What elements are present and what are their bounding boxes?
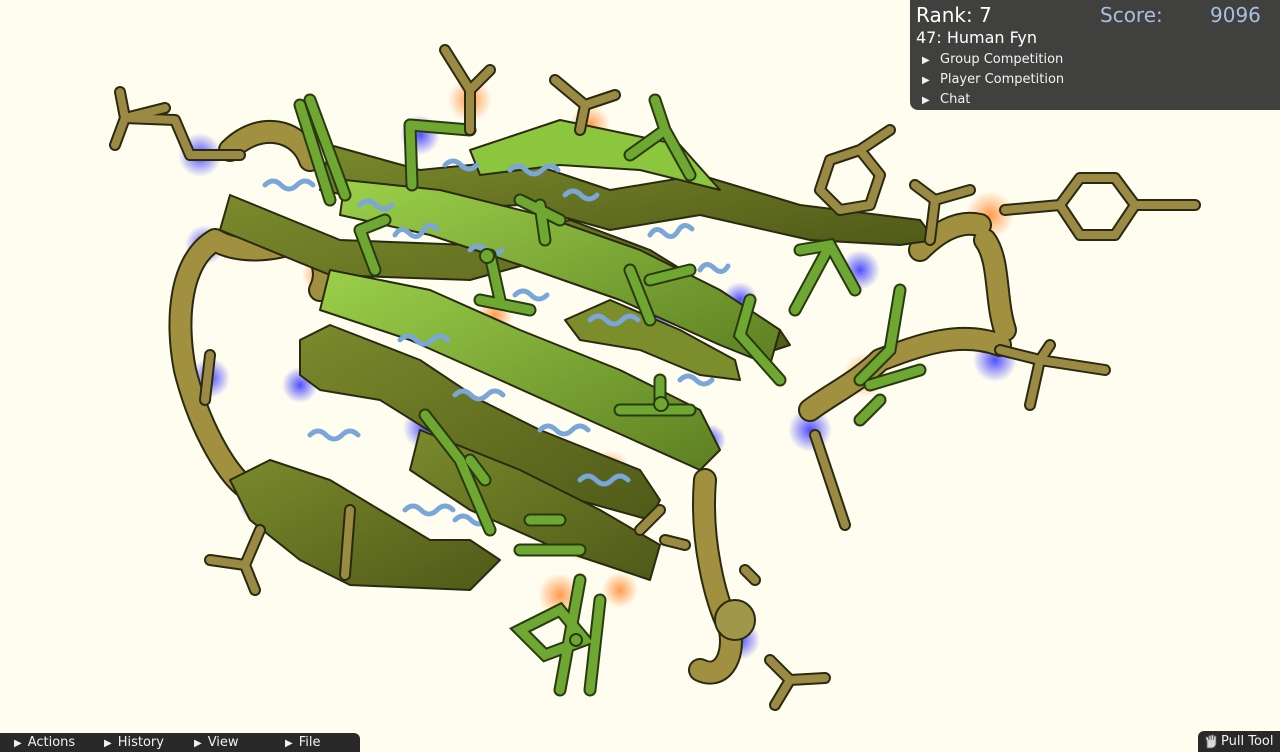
- expand-triangle-icon: ▶: [194, 738, 202, 749]
- pull-tool-label: Pull Tool: [1221, 734, 1274, 749]
- competition-panel: Rank: 7 Score: 9096 47: Human Fyn ▶ Group…: [910, 0, 1280, 110]
- player-competition-toggle[interactable]: ▶ Player Competition: [922, 72, 1064, 89]
- group-competition-toggle[interactable]: ▶ Group Competition: [922, 52, 1063, 69]
- expand-triangle-icon: ▶: [14, 738, 22, 749]
- expand-triangle-icon: ▶: [104, 738, 112, 749]
- expand-triangle-icon: ▶: [285, 738, 293, 749]
- expand-triangle-icon: ▶: [922, 75, 930, 86]
- menu-file-label: File: [298, 735, 321, 750]
- menu-history-label: History: [117, 735, 164, 750]
- menu-actions[interactable]: ▶ Actions: [14, 734, 75, 752]
- menu-file[interactable]: ▶ File: [285, 734, 320, 752]
- player-competition-label: Player Competition: [940, 72, 1065, 87]
- menu-actions-label: Actions: [27, 735, 76, 750]
- expand-triangle-icon: ▶: [922, 55, 930, 66]
- protein-viewport[interactable]: [0, 0, 1280, 752]
- chat-label: Chat: [940, 92, 971, 107]
- hand-icon: [1205, 734, 1217, 749]
- score-label: Score:: [1100, 3, 1163, 27]
- pull-tool-button[interactable]: Pull Tool: [1198, 731, 1280, 752]
- rank-label: Rank: 7: [916, 3, 992, 27]
- chat-toggle[interactable]: ▶ Chat: [922, 92, 970, 109]
- score-value: 9096: [1210, 3, 1261, 27]
- menu-view-label: View: [207, 735, 239, 750]
- expand-triangle-icon: ▶: [922, 95, 930, 106]
- group-competition-label: Group Competition: [940, 52, 1064, 67]
- menu-history[interactable]: ▶ History: [104, 734, 164, 752]
- puzzle-title: 47: Human Fyn: [916, 28, 1037, 47]
- menu-view[interactable]: ▶ View: [194, 734, 239, 752]
- bottom-menu-bar: ▶ Actions ▶ History ▶ View ▶ File: [0, 733, 360, 752]
